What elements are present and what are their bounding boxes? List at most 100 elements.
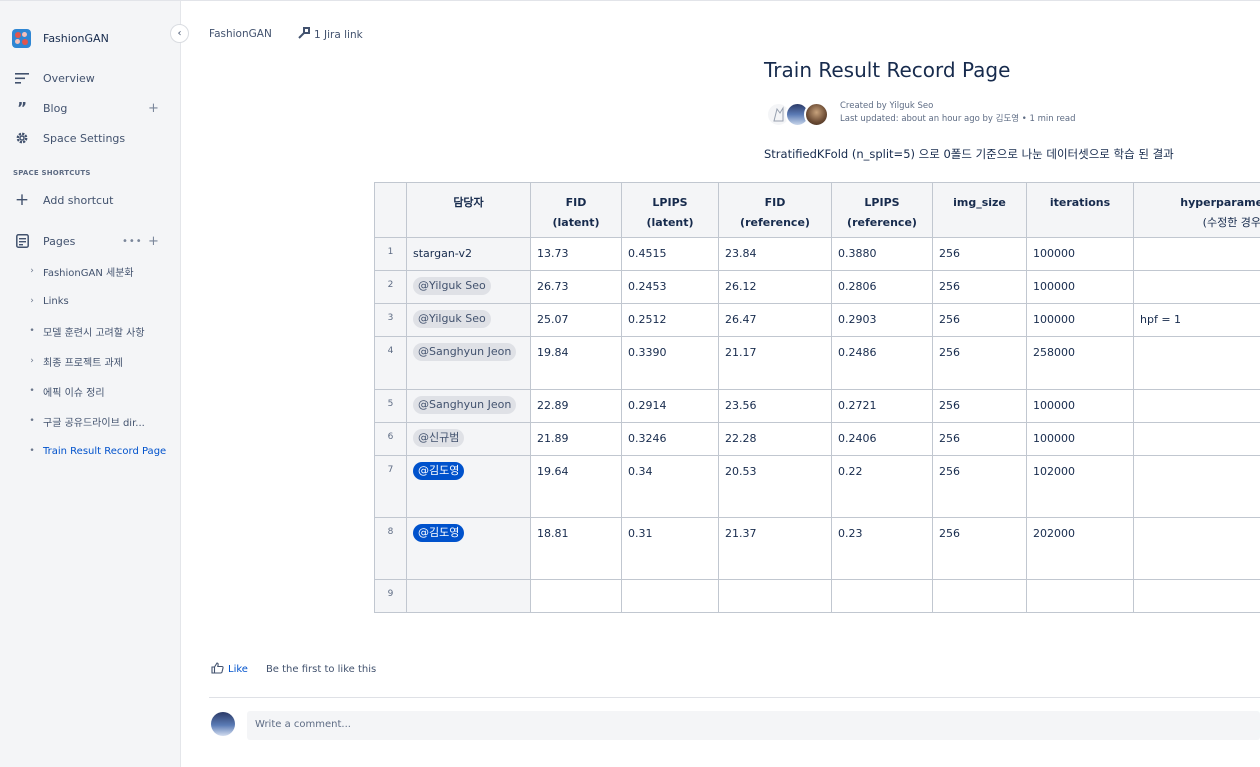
table-cell-img-size[interactable]: 256 [932,303,1027,337]
table-cell-fid-ref[interactable]: 23.84 [718,237,832,271]
comment-input[interactable]: Write a comment... [247,711,1260,740]
table-cell-iterations[interactable]: 100000 [1026,237,1134,271]
table-cell-fid-ref[interactable]: 20.53 [718,455,832,518]
add-page-plus-icon[interactable]: + [148,234,159,249]
table-cell-lpips-ref[interactable]: 0.2406 [831,422,933,456]
page-tree-item[interactable]: › Links [28,292,69,310]
sidebar-item-pages[interactable]: Pages [14,231,75,251]
chevron-right-icon[interactable]: › [28,356,36,366]
owner-cell[interactable]: stargan-v2 [406,237,531,271]
user-mention[interactable]: @신규범 [413,429,465,447]
sidebar-item-overview[interactable]: Overview [14,68,95,88]
table-cell-fid-latent[interactable]: 26.73 [530,270,622,304]
table-cell-fid-latent[interactable]: 13.73 [530,237,622,271]
table-cell-lpips-ref[interactable]: 0.2903 [831,303,933,337]
table-cell-img-size[interactable]: 256 [932,336,1027,390]
table-cell-lpips-latent[interactable]: 0.31 [621,517,719,580]
table-cell-fid-latent[interactable]: 18.81 [530,517,622,580]
table-cell-lpips-ref[interactable]: 0.2721 [831,389,933,423]
table-cell-hyper[interactable] [1133,389,1260,423]
table-cell-lpips-latent[interactable]: 0.2914 [621,389,719,423]
space-header[interactable]: FashionGAN [12,29,109,48]
add-blog-plus-icon[interactable]: + [148,101,159,116]
table-cell-hyper[interactable] [1133,517,1260,580]
table-cell-lpips-latent[interactable]: 0.2512 [621,303,719,337]
table-cell-fid-latent[interactable]: 21.89 [530,422,622,456]
user-mention-self[interactable]: @김도영 [413,524,465,542]
table-cell-lpips-latent[interactable]: 0.34 [621,455,719,518]
contributor-avatars[interactable] [766,102,829,127]
user-mention[interactable]: @Yilguk Seo [413,310,491,328]
table-cell-iterations[interactable]: 100000 [1026,422,1134,456]
chevron-right-icon[interactable]: › [28,266,36,276]
table-cell-lpips-latent[interactable]: 0.3390 [621,336,719,390]
user-mention-self[interactable]: @김도영 [413,462,465,480]
table-cell-fid-latent[interactable]: 19.84 [530,336,622,390]
table-cell-iterations[interactable]: 102000 [1026,455,1134,518]
owner-cell[interactable]: @Sanghyun Jeon [406,336,531,390]
table-cell-fid-ref[interactable] [718,579,832,613]
table-cell-lpips-ref[interactable] [831,579,933,613]
table-cell-fid-ref[interactable]: 23.56 [718,389,832,423]
table-cell-hyper[interactable]: hpf = 1 [1133,303,1260,337]
page-tree-item-current[interactable]: • Train Result Record Page [28,442,166,460]
chevron-right-icon[interactable]: › [28,296,36,306]
table-cell-fid-latent[interactable] [530,579,622,613]
table-cell-iterations[interactable]: 202000 [1026,517,1134,580]
created-by[interactable]: Created by Yilguk Seo [840,100,1076,113]
table-cell-img-size[interactable] [932,579,1027,613]
jira-link[interactable]: 1 Jira link [298,27,363,42]
table-cell-lpips-ref[interactable]: 0.2806 [831,270,933,304]
add-shortcut-button[interactable]: + Add shortcut [14,190,114,210]
like-button[interactable]: Like [228,664,248,675]
table-cell-fid-ref[interactable]: 21.17 [718,336,832,390]
owner-cell[interactable]: @김도영 [406,517,531,580]
table-cell-lpips-latent[interactable]: 0.2453 [621,270,719,304]
owner-cell[interactable]: @김도영 [406,455,531,518]
sidebar-item-blog[interactable]: ” Blog [14,98,67,118]
table-cell-hyper[interactable] [1133,270,1260,304]
owner-cell[interactable]: @Sanghyun Jeon [406,389,531,423]
owner-cell[interactable]: @Yilguk Seo [406,270,531,304]
table-cell-iterations[interactable]: 258000 [1026,336,1134,390]
table-cell-lpips-ref[interactable]: 0.23 [831,517,933,580]
page-tree-item[interactable]: › FashionGAN 세분화 [28,262,133,280]
table-cell-iterations[interactable]: 100000 [1026,389,1134,423]
table-cell-iterations[interactable]: 100000 [1026,270,1134,304]
table-cell-fid-ref[interactable]: 22.28 [718,422,832,456]
sidebar-item-space-settings[interactable]: Space Settings [14,128,125,148]
user-mention[interactable]: @Yilguk Seo [413,277,491,295]
table-cell-fid-ref[interactable]: 21.37 [718,517,832,580]
more-icon[interactable]: ••• [122,236,143,247]
page-tree-item[interactable]: • 에픽 이슈 정리 [28,382,104,400]
table-cell-img-size[interactable]: 256 [932,517,1027,580]
table-cell-lpips-ref[interactable]: 0.3880 [831,237,933,271]
table-cell-img-size[interactable]: 256 [932,237,1027,271]
table-cell-lpips-ref[interactable]: 0.2486 [831,336,933,390]
table-cell-lpips-latent[interactable] [621,579,719,613]
table-cell-iterations[interactable] [1026,579,1134,613]
owner-cell[interactable] [406,579,531,613]
avatar[interactable] [804,102,829,127]
table-cell-lpips-latent[interactable]: 0.3246 [621,422,719,456]
table-cell-img-size[interactable]: 256 [932,270,1027,304]
user-mention[interactable]: @Sanghyun Jeon [413,343,517,361]
table-cell-fid-ref[interactable]: 26.47 [718,303,832,337]
table-cell-iterations[interactable]: 100000 [1026,303,1134,337]
table-cell-fid-latent[interactable]: 19.64 [530,455,622,518]
table-cell-img-size[interactable]: 256 [932,455,1027,518]
table-cell-lpips-ref[interactable]: 0.22 [831,455,933,518]
table-cell-hyper[interactable] [1133,422,1260,456]
page-tree-item[interactable]: • 구글 공유드라이브 dir... [28,412,144,430]
page-tree-item[interactable]: • 모델 훈련시 고려할 사항 [28,322,144,340]
user-mention[interactable]: @Sanghyun Jeon [413,396,517,414]
table-cell-hyper[interactable] [1133,237,1260,271]
table-cell-hyper[interactable] [1133,579,1260,613]
breadcrumb[interactable]: FashionGAN [209,28,272,40]
results-table-container[interactable]: 담당자 FID (latent) LPIPS (latent) FID (refere… [374,182,1260,613]
table-cell-fid-latent[interactable]: 25.07 [530,303,622,337]
owner-cell[interactable]: @신규범 [406,422,531,456]
table-cell-img-size[interactable]: 256 [932,422,1027,456]
table-cell-hyper[interactable] [1133,336,1260,390]
thumbs-up-icon[interactable] [211,662,224,677]
